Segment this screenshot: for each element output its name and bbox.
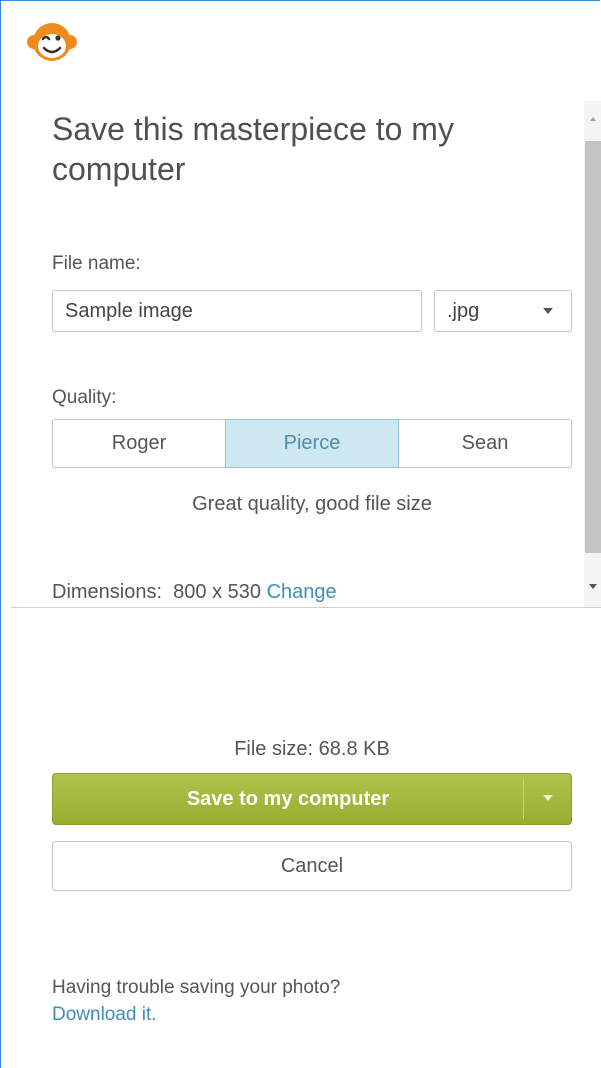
page-title: Save this masterpiece to my computer — [52, 111, 454, 187]
change-dimensions-link[interactable]: Change — [267, 581, 337, 603]
save-to-computer-button[interactable]: Save to my computer — [53, 774, 523, 824]
dimensions-label: Dimensions: — [52, 581, 163, 603]
monkey-logo-icon — [27, 23, 77, 61]
chevron-down-icon — [543, 795, 553, 801]
quality-description: Great quality, good file size — [192, 493, 432, 515]
scrollbar-thumb[interactable] — [585, 141, 601, 553]
quality-option-sean[interactable]: Sean — [398, 419, 572, 468]
quality-option-roger[interactable]: Roger — [52, 419, 226, 468]
quality-selector: Roger Pierce Sean — [52, 419, 572, 468]
dimensions-row: Dimensions: 800 x 530 Change — [52, 581, 337, 604]
file-format-select[interactable]: .jpg — [434, 290, 572, 332]
download-link[interactable]: Download it. — [52, 1001, 340, 1028]
cancel-button[interactable]: Cancel — [52, 841, 572, 891]
scroll-down-arrow-icon[interactable] — [589, 584, 597, 589]
scroll-up-arrow-icon[interactable] — [590, 117, 596, 121]
divider — [11, 607, 601, 608]
dialog-frame: Save this masterpiece to my computer Fil… — [0, 0, 601, 1068]
dialog-scroll-area: Save this masterpiece to my computer Fil… — [1, 101, 601, 607]
quality-option-pierce[interactable]: Pierce — [225, 419, 399, 468]
dimensions-value: 800 x 530 — [173, 581, 262, 603]
scrollbar[interactable] — [584, 101, 601, 607]
file-name-label: File name: — [52, 253, 141, 274]
save-options-dropdown[interactable] — [524, 774, 571, 824]
save-button-group: Save to my computer — [52, 773, 572, 825]
file-size-text: File size: 68.8 KB — [234, 738, 390, 760]
trouble-section: Having trouble saving your photo? Downlo… — [52, 974, 340, 1028]
file-name-input[interactable]: Sample image — [52, 290, 422, 332]
file-format-value: .jpg — [447, 300, 480, 322]
quality-label: Quality: — [52, 387, 117, 408]
chevron-down-icon — [543, 308, 553, 314]
trouble-text: Having trouble saving your photo? — [52, 977, 341, 998]
